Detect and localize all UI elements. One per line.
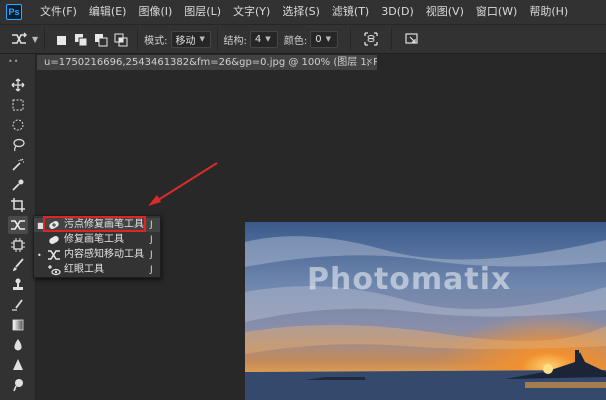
sunset-photo — [245, 222, 606, 400]
divider — [44, 28, 46, 50]
chevron-down-icon: ▼ — [265, 35, 271, 43]
tools-panel: •• — [0, 54, 36, 400]
dodge-icon[interactable] — [8, 356, 28, 374]
structure-label: 结构: — [223, 35, 247, 47]
content-aware-move-icon[interactable] — [10, 32, 28, 46]
divider — [216, 28, 218, 50]
document-title: u=1750216696,2543461382&fm=26&gp=0.jpg @… — [44, 57, 377, 68]
close-icon[interactable]: × — [365, 55, 373, 70]
photoshop-logo: Ps — [6, 4, 22, 20]
flyout-item-content-aware-move[interactable]: • 内容感知移动工具 J — [34, 248, 160, 262]
flyout-item-label: 红眼工具 — [64, 264, 104, 275]
new-selection-icon[interactable] — [54, 32, 68, 46]
menu-window[interactable]: 窗口(W) — [470, 0, 523, 24]
color-select[interactable]: 0 ▼ — [310, 30, 339, 48]
history-brush-icon[interactable] — [8, 296, 28, 314]
stamp-icon[interactable] — [8, 236, 28, 254]
flyout-item-shortcut: J — [150, 250, 153, 260]
mode-label: 模式: — [144, 35, 168, 47]
transform-on-drop-icon[interactable] — [404, 31, 420, 47]
structure-select[interactable]: 4 ▼ — [249, 30, 278, 48]
menu-layer[interactable]: 图层(L) — [178, 0, 227, 24]
gradient-icon[interactable] — [8, 316, 28, 334]
chevron-down-icon: ▼ — [199, 35, 205, 43]
menu-file[interactable]: 文件(F) — [34, 0, 83, 24]
menu-select[interactable]: 选择(S) — [276, 0, 326, 24]
structure-value: 4 — [254, 33, 262, 45]
panel-grip-icon[interactable]: •• — [8, 57, 19, 66]
flyout-item-healing-brush[interactable]: 修复画笔工具 J — [34, 233, 160, 247]
photo-canvas[interactable]: Photomatix — [245, 222, 606, 400]
menu-bar: Ps 文件(F) 编辑(E) 图像(I) 图层(L) 文字(Y) 选择(S) 滤… — [0, 0, 606, 24]
tool-preset-chevron-icon[interactable]: ▼ — [32, 35, 38, 44]
move-tool-icon[interactable] — [8, 76, 28, 94]
menu-edit[interactable]: 编辑(E) — [83, 0, 133, 24]
rectangular-marquee-icon[interactable] — [8, 96, 28, 114]
brush-icon[interactable] — [8, 256, 28, 274]
magic-wand-icon[interactable] — [8, 156, 28, 174]
red-eye-icon — [47, 263, 61, 277]
mode-select[interactable]: 移动 ▼ — [170, 30, 211, 48]
blur-icon[interactable] — [8, 336, 28, 354]
menu-image[interactable]: 图像(I) — [132, 0, 178, 24]
flyout-item-shortcut: J — [150, 235, 153, 245]
lasso-icon[interactable] — [8, 136, 28, 154]
flyout-item-shortcut: J — [150, 220, 153, 230]
pen-icon[interactable] — [8, 376, 28, 394]
menu-3d[interactable]: 3D(D) — [375, 0, 420, 24]
content-aware-move-icon — [47, 248, 61, 262]
highlight-box — [43, 216, 146, 232]
subtract-from-selection-icon[interactable] — [94, 32, 108, 47]
menu-filter[interactable]: 滤镜(T) — [326, 0, 375, 24]
add-to-selection-icon[interactable] — [74, 32, 88, 47]
sample-all-layers-icon[interactable] — [363, 31, 379, 47]
menu-type[interactable]: 文字(Y) — [227, 0, 276, 24]
elliptical-marquee-icon[interactable] — [8, 116, 28, 134]
mode-value: 移动 — [175, 35, 196, 47]
menu-help[interactable]: 帮助(H) — [523, 0, 574, 24]
intersect-selection-icon[interactable] — [114, 32, 128, 47]
crop-icon[interactable] — [8, 196, 28, 214]
content-aware-move-tool-icon[interactable] — [8, 216, 28, 234]
healing-brush-icon — [47, 233, 61, 247]
divider — [350, 28, 352, 50]
color-label: 颜色: — [283, 35, 308, 47]
divider — [391, 28, 393, 50]
chevron-down-icon: ▼ — [325, 35, 332, 43]
eyedropper-icon[interactable] — [8, 176, 28, 194]
divider — [137, 28, 139, 50]
clone-stamp-icon[interactable] — [8, 276, 28, 294]
flyout-item-shortcut: J — [150, 265, 153, 275]
options-bar: ▼ 模式: 移动 ▼ 结构: 4 ▼ 颜色: 0 ▼ — [0, 24, 606, 54]
flyout-item-label: 修复画笔工具 — [64, 234, 124, 245]
flyout-item-red-eye[interactable]: 红眼工具 J — [34, 263, 160, 277]
document-tab[interactable]: u=1750216696,2543461382&fm=26&gp=0.jpg @… — [37, 55, 377, 70]
color-value: 0 — [315, 33, 322, 45]
watermark-text: Photomatix — [307, 262, 512, 297]
current-tool-dot-icon: • — [37, 250, 42, 260]
annotation-arrow — [148, 162, 218, 206]
flyout-item-label: 内容感知移动工具 — [64, 249, 144, 260]
menu-view[interactable]: 视图(V) — [420, 0, 470, 24]
